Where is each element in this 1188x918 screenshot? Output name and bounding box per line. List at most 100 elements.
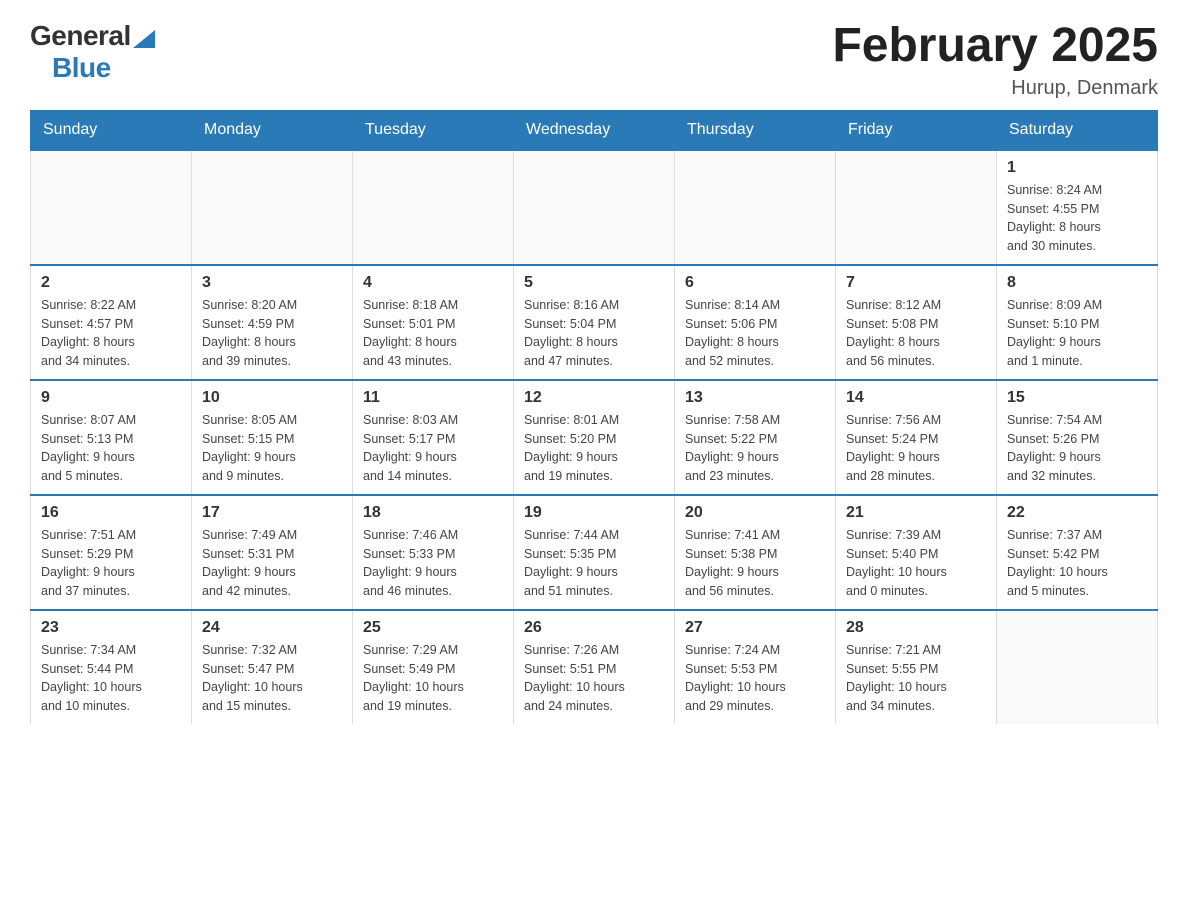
day-number: 13 <box>685 389 825 407</box>
day-number: 7 <box>846 274 986 292</box>
calendar-week-4: 16 Sunrise: 7:51 AM Sunset: 5:29 PM Dayli… <box>31 495 1158 610</box>
calendar-cell <box>31 150 192 265</box>
calendar-cell: 20 Sunrise: 7:41 AM Sunset: 5:38 PM Dayli… <box>675 495 836 610</box>
day-number: 16 <box>41 504 181 522</box>
month-title: February 2025 <box>832 20 1158 73</box>
calendar-cell: 3 Sunrise: 8:20 AM Sunset: 4:59 PM Daylig… <box>192 265 353 380</box>
calendar-cell <box>192 150 353 265</box>
weekday-header-saturday: Saturday <box>997 110 1158 150</box>
calendar-cell: 27Sunrise: 7:24 AM Sunset: 5:53 PM Dayli… <box>675 610 836 724</box>
day-info: Sunrise: 7:39 AM Sunset: 5:40 PM Dayligh… <box>846 526 986 601</box>
day-info: Sunrise: 8:18 AM Sunset: 5:01 PM Dayligh… <box>363 296 503 371</box>
calendar-cell <box>997 610 1158 724</box>
weekday-header-wednesday: Wednesday <box>514 110 675 150</box>
day-info: Sunrise: 8:12 AM Sunset: 5:08 PM Dayligh… <box>846 296 986 371</box>
day-info: Sunrise: 7:32 AM Sunset: 5:47 PM Dayligh… <box>202 641 342 716</box>
day-info: Sunrise: 8:07 AM Sunset: 5:13 PM Dayligh… <box>41 411 181 486</box>
calendar-cell: 15 Sunrise: 7:54 AM Sunset: 5:26 PM Dayli… <box>997 380 1158 495</box>
calendar-cell: 1Sunrise: 8:24 AM Sunset: 4:55 PM Daylig… <box>997 150 1158 265</box>
day-number: 18 <box>363 504 503 522</box>
day-info: Sunrise: 7:37 AM Sunset: 5:42 PM Dayligh… <box>1007 526 1147 601</box>
weekday-header-monday: Monday <box>192 110 353 150</box>
calendar-cell: 21 Sunrise: 7:39 AM Sunset: 5:40 PM Dayli… <box>836 495 997 610</box>
weekday-header-friday: Friday <box>836 110 997 150</box>
calendar-cell: 23Sunrise: 7:34 AM Sunset: 5:44 PM Dayli… <box>31 610 192 724</box>
day-number: 8 <box>1007 274 1147 292</box>
day-number: 6 <box>685 274 825 292</box>
calendar-cell: 17 Sunrise: 7:49 AM Sunset: 5:31 PM Dayli… <box>192 495 353 610</box>
day-number: 14 <box>846 389 986 407</box>
calendar-cell <box>514 150 675 265</box>
calendar-cell: 4 Sunrise: 8:18 AM Sunset: 5:01 PM Daylig… <box>353 265 514 380</box>
day-info: Sunrise: 7:46 AM Sunset: 5:33 PM Dayligh… <box>363 526 503 601</box>
logo-icon <box>133 26 155 48</box>
day-number: 25 <box>363 619 503 637</box>
calendar-cell <box>353 150 514 265</box>
calendar-cell: 13 Sunrise: 7:58 AM Sunset: 5:22 PM Dayli… <box>675 380 836 495</box>
day-info: Sunrise: 8:14 AM Sunset: 5:06 PM Dayligh… <box>685 296 825 371</box>
calendar-cell <box>675 150 836 265</box>
day-number: 21 <box>846 504 986 522</box>
calendar-cell: 24 Sunrise: 7:32 AM Sunset: 5:47 PM Dayli… <box>192 610 353 724</box>
page-header: General Blue February 2025 Hurup, Denmar… <box>30 20 1158 100</box>
day-info: Sunrise: 7:58 AM Sunset: 5:22 PM Dayligh… <box>685 411 825 486</box>
logo-general-text: General <box>30 20 131 52</box>
day-number: 22 <box>1007 504 1147 522</box>
day-info: Sunrise: 8:16 AM Sunset: 5:04 PM Dayligh… <box>524 296 664 371</box>
calendar-cell: 28 Sunrise: 7:21 AM Sunset: 5:55 PM Dayli… <box>836 610 997 724</box>
calendar-week-2: 2Sunrise: 8:22 AM Sunset: 4:57 PM Daylig… <box>31 265 1158 380</box>
weekday-header-row: SundayMondayTuesdayWednesdayThursdayFrid… <box>31 110 1158 150</box>
day-info: Sunrise: 8:22 AM Sunset: 4:57 PM Dayligh… <box>41 296 181 371</box>
day-info: Sunrise: 7:26 AM Sunset: 5:51 PM Dayligh… <box>524 641 664 716</box>
day-info: Sunrise: 7:49 AM Sunset: 5:31 PM Dayligh… <box>202 526 342 601</box>
day-number: 4 <box>363 274 503 292</box>
calendar-cell: 8Sunrise: 8:09 AM Sunset: 5:10 PM Daylig… <box>997 265 1158 380</box>
day-number: 17 <box>202 504 342 522</box>
day-info: Sunrise: 7:51 AM Sunset: 5:29 PM Dayligh… <box>41 526 181 601</box>
day-info: Sunrise: 7:21 AM Sunset: 5:55 PM Dayligh… <box>846 641 986 716</box>
day-info: Sunrise: 8:20 AM Sunset: 4:59 PM Dayligh… <box>202 296 342 371</box>
calendar-cell: 16 Sunrise: 7:51 AM Sunset: 5:29 PM Dayli… <box>31 495 192 610</box>
day-number: 23 <box>41 619 181 637</box>
day-number: 27 <box>685 619 825 637</box>
calendar-cell <box>836 150 997 265</box>
day-info: Sunrise: 7:44 AM Sunset: 5:35 PM Dayligh… <box>524 526 664 601</box>
calendar-cell: 11Sunrise: 8:03 AM Sunset: 5:17 PM Dayli… <box>353 380 514 495</box>
calendar-cell: 10 Sunrise: 8:05 AM Sunset: 5:15 PM Dayli… <box>192 380 353 495</box>
calendar-cell: 5 Sunrise: 8:16 AM Sunset: 5:04 PM Daylig… <box>514 265 675 380</box>
title-area: February 2025 Hurup, Denmark <box>832 20 1158 100</box>
day-info: Sunrise: 8:05 AM Sunset: 5:15 PM Dayligh… <box>202 411 342 486</box>
day-number: 19 <box>524 504 664 522</box>
day-number: 9 <box>41 389 181 407</box>
day-number: 3 <box>202 274 342 292</box>
calendar-cell: 18 Sunrise: 7:46 AM Sunset: 5:33 PM Dayli… <box>353 495 514 610</box>
calendar-cell: 14Sunrise: 7:56 AM Sunset: 5:24 PM Dayli… <box>836 380 997 495</box>
day-info: Sunrise: 7:29 AM Sunset: 5:49 PM Dayligh… <box>363 641 503 716</box>
calendar-week-3: 9 Sunrise: 8:07 AM Sunset: 5:13 PM Daylig… <box>31 380 1158 495</box>
day-number: 12 <box>524 389 664 407</box>
calendar-cell: 9 Sunrise: 8:07 AM Sunset: 5:13 PM Daylig… <box>31 380 192 495</box>
logo: General Blue <box>30 20 155 84</box>
day-number: 10 <box>202 389 342 407</box>
day-number: 11 <box>363 389 503 407</box>
weekday-header-tuesday: Tuesday <box>353 110 514 150</box>
day-number: 1 <box>1007 159 1147 177</box>
calendar-cell: 2Sunrise: 8:22 AM Sunset: 4:57 PM Daylig… <box>31 265 192 380</box>
calendar-cell: 22 Sunrise: 7:37 AM Sunset: 5:42 PM Dayli… <box>997 495 1158 610</box>
weekday-header-thursday: Thursday <box>675 110 836 150</box>
calendar-body: 1Sunrise: 8:24 AM Sunset: 4:55 PM Daylig… <box>31 150 1158 724</box>
day-number: 5 <box>524 274 664 292</box>
day-number: 24 <box>202 619 342 637</box>
calendar-cell: 19 Sunrise: 7:44 AM Sunset: 5:35 PM Dayli… <box>514 495 675 610</box>
day-info: Sunrise: 7:41 AM Sunset: 5:38 PM Dayligh… <box>685 526 825 601</box>
day-number: 28 <box>846 619 986 637</box>
day-number: 20 <box>685 504 825 522</box>
calendar-cell: 12 Sunrise: 8:01 AM Sunset: 5:20 PM Dayli… <box>514 380 675 495</box>
day-info: Sunrise: 8:01 AM Sunset: 5:20 PM Dayligh… <box>524 411 664 486</box>
calendar-header: SundayMondayTuesdayWednesdayThursdayFrid… <box>31 110 1158 150</box>
calendar-cell: 26Sunrise: 7:26 AM Sunset: 5:51 PM Dayli… <box>514 610 675 724</box>
calendar-cell: 25 Sunrise: 7:29 AM Sunset: 5:49 PM Dayli… <box>353 610 514 724</box>
calendar-week-1: 1Sunrise: 8:24 AM Sunset: 4:55 PM Daylig… <box>31 150 1158 265</box>
day-number: 15 <box>1007 389 1147 407</box>
day-info: Sunrise: 7:54 AM Sunset: 5:26 PM Dayligh… <box>1007 411 1147 486</box>
